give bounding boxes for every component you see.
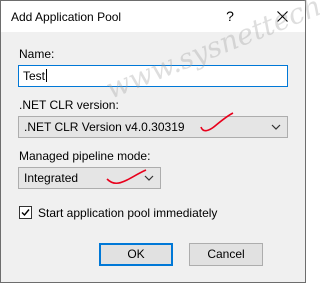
pipeline-mode-selected: Integrated <box>24 171 79 185</box>
name-input[interactable]: Test <box>18 65 288 87</box>
close-button[interactable] <box>261 1 305 32</box>
clr-version-dropdown[interactable]: .NET CLR Version v4.0.30319 <box>18 116 288 138</box>
start-immediately-checkbox[interactable] <box>19 206 32 219</box>
ok-button[interactable]: OK <box>99 243 173 266</box>
checkmark-icon <box>21 209 30 217</box>
cancel-button[interactable]: Cancel <box>189 243 263 266</box>
add-application-pool-dialog: Add Application Pool ? Name: Test .NET C… <box>0 0 320 283</box>
pipeline-mode-label: Managed pipeline mode: <box>19 149 151 163</box>
chevron-down-icon <box>144 175 154 181</box>
dialog-title: Add Application Pool <box>11 10 122 24</box>
pipeline-mode-dropdown[interactable]: Integrated <box>18 167 161 189</box>
chevron-down-icon <box>271 124 281 130</box>
name-label: Name: <box>19 47 55 61</box>
clr-version-label: .NET CLR version: <box>19 98 119 112</box>
clr-version-selected: .NET CLR Version v4.0.30319 <box>24 120 185 134</box>
title-bar[interactable]: Add Application Pool ? <box>1 1 305 32</box>
text-caret <box>46 69 48 82</box>
name-input-value: Test <box>23 69 46 83</box>
close-icon <box>277 11 288 22</box>
help-icon[interactable]: ? <box>223 8 237 24</box>
start-immediately-label[interactable]: Start application pool immediately <box>38 206 217 220</box>
